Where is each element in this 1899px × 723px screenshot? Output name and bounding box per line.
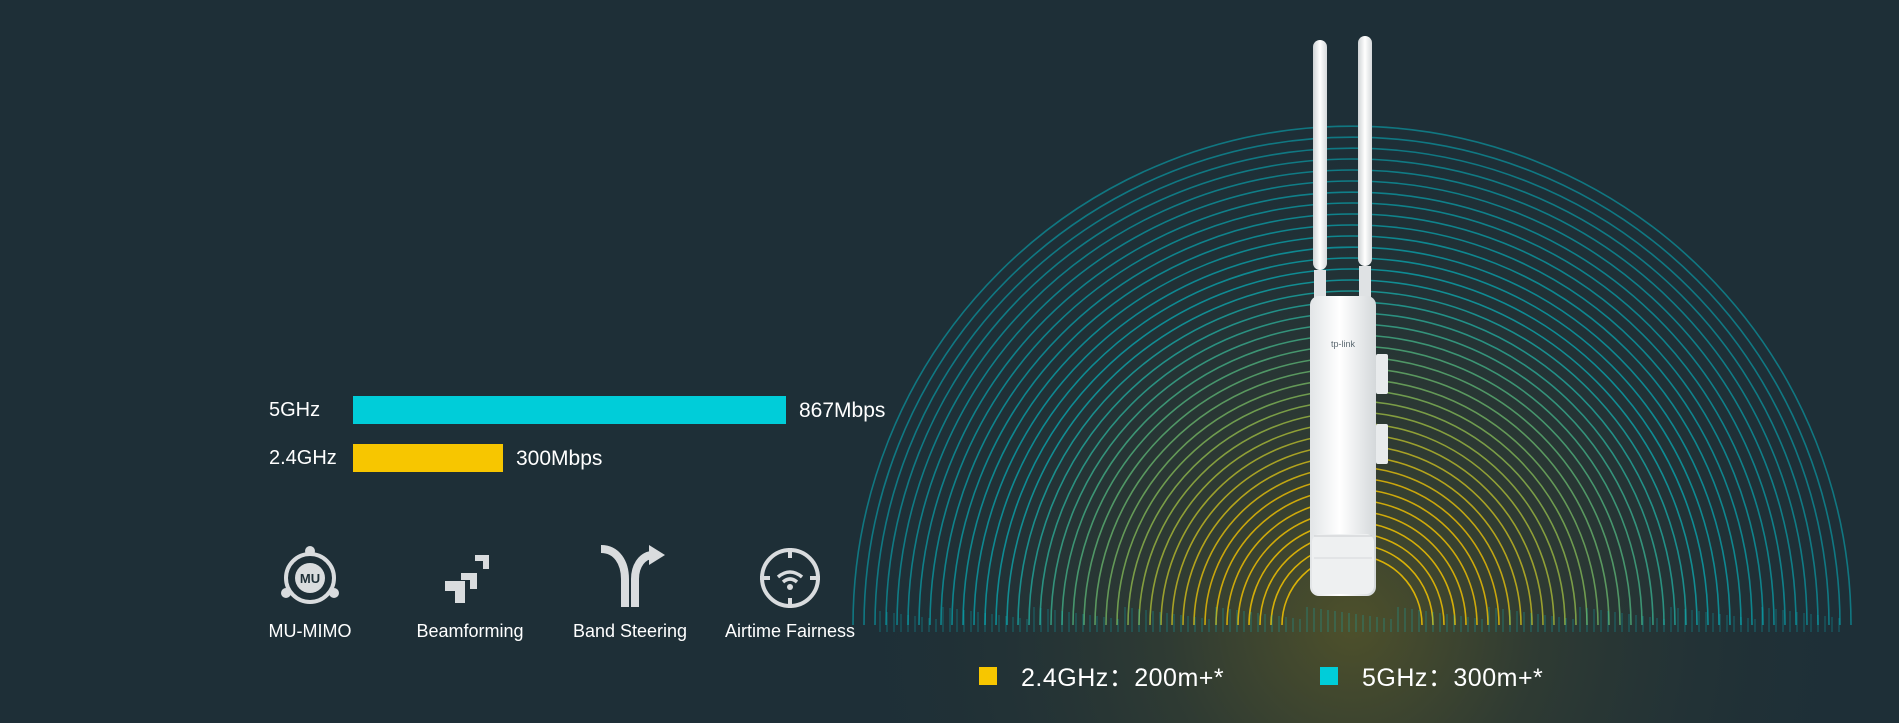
legend-swatch-5ghz: [1320, 667, 1338, 685]
feature-airtime-fairness: Airtime Fairness: [705, 545, 875, 642]
speed-label-24ghz: 2.4GHz: [269, 447, 337, 469]
feature-label-beamforming: Beamforming: [416, 621, 524, 641]
speed-bar-24ghz: [353, 444, 503, 472]
feature-label-mu-mimo: MU-MIMO: [268, 621, 352, 641]
legend-text-5ghz: 5GHz：300m+*: [1362, 664, 1544, 692]
feature-beamforming: Beamforming: [385, 545, 555, 642]
beamforming-icon: [445, 555, 489, 603]
speed-value-24ghz: 300Mbps: [516, 447, 603, 470]
feature-band-steering: Band Steering: [545, 545, 715, 642]
airtime-fairness-icon: [760, 548, 820, 608]
feature-label-airtime-fairness: Airtime Fairness: [724, 621, 856, 641]
speed-bar-5ghz: [353, 396, 786, 424]
access-point-device: tp-link: [1310, 36, 1388, 596]
speed-label-5ghz: 5GHz: [269, 399, 321, 421]
speed-value-5ghz: 867Mbps: [799, 399, 886, 422]
feature-label-band-steering: Band Steering: [572, 621, 688, 641]
feature-mu-mimo: MU MU-MIMO: [225, 545, 395, 642]
legend-text-24ghz: 2.4GHz：200m+*: [1021, 664, 1225, 692]
antenna-right: [1358, 36, 1372, 300]
mu-mimo-icon: MU: [281, 546, 339, 604]
device-brand-logo: tp-link: [1331, 339, 1356, 349]
product-banner: 5GHz 867Mbps 2.4GHz 300Mbps MU MU-MIMO B…: [0, 0, 1899, 723]
legend-item-5ghz: 5GHz：300m+*: [1320, 658, 1543, 694]
svg-text:MU: MU: [300, 571, 320, 586]
band-steering-icon: [600, 545, 665, 607]
legend-item-24ghz: 2.4GHz：200m+*: [979, 658, 1224, 694]
antenna-left: [1313, 40, 1327, 300]
legend-swatch-24ghz: [979, 667, 997, 685]
